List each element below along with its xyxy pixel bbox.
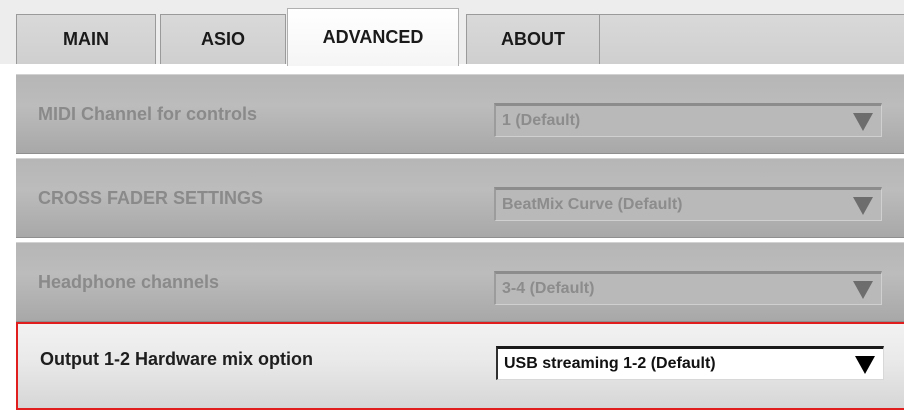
setting-label: CROSS FADER SETTINGS [38, 187, 264, 208]
select-value: 1 (Default) [502, 112, 581, 129]
setting-label: MIDI Channel for controls [38, 103, 258, 124]
tab-advanced[interactable]: ADVANCED [287, 8, 459, 66]
setting-label: Headphone channels [38, 271, 220, 292]
headphone-channels-select[interactable]: 3-4 (Default) [494, 271, 882, 305]
tab-bar-filler [600, 14, 904, 64]
output-hardware-mix-select[interactable]: USB streaming 1-2 (Default) [496, 346, 884, 380]
tab-about-label: ABOUT [501, 29, 565, 49]
tab-main-label: MAIN [63, 29, 109, 49]
cross-fader-select[interactable]: BeatMix Curve (Default) [494, 187, 882, 221]
tab-bar: MAIN ASIO ADVANCED ABOUT [0, 0, 904, 66]
select-value: 3-4 (Default) [502, 280, 595, 297]
setting-label: Output 1-2 Hardware mix option [40, 348, 314, 369]
tab-asio[interactable]: ASIO [160, 14, 286, 64]
setting-row-midi-channel: MIDI Channel for controls 1 (Default) [16, 74, 904, 154]
midi-channel-select[interactable]: 1 (Default) [494, 103, 882, 137]
chevron-down-icon [853, 197, 873, 215]
chevron-down-icon [853, 281, 873, 299]
tab-about[interactable]: ABOUT [466, 14, 600, 64]
chevron-down-icon [855, 356, 875, 374]
select-value: BeatMix Curve (Default) [502, 196, 683, 213]
chevron-down-icon [853, 113, 873, 131]
setting-row-headphone-channels: Headphone channels 3-4 (Default) [16, 242, 904, 322]
setting-row-cross-fader: CROSS FADER SETTINGS BeatMix Curve (Defa… [16, 158, 904, 238]
setting-row-output-hardware-mix: Output 1-2 Hardware mix option USB strea… [16, 322, 904, 410]
tab-asio-label: ASIO [200, 29, 245, 49]
select-value: USB streaming 1-2 (Default) [504, 355, 716, 372]
tab-advanced-label: ADVANCED [322, 27, 424, 47]
tab-main[interactable]: MAIN [16, 14, 156, 64]
